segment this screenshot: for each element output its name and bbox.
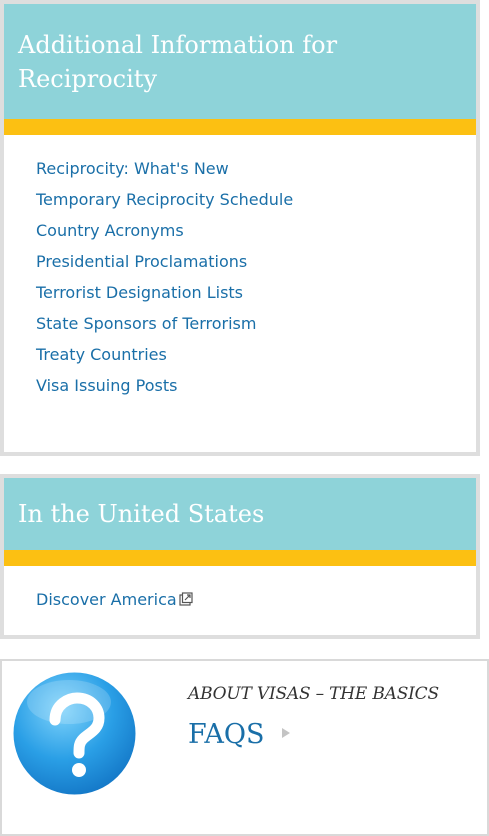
faq-kicker: ABOUT VISAS – THE BASICS xyxy=(188,684,439,704)
list-item: Country Acronyms xyxy=(36,215,476,246)
link-discover-america-label: Discover America xyxy=(36,590,177,609)
faq-link[interactable]: FAQS xyxy=(188,719,291,750)
reciprocity-panel-title: Additional Information for Reciprocity xyxy=(18,31,338,93)
reciprocity-panel: Additional Information for Reciprocity R… xyxy=(0,0,480,456)
list-item: Reciprocity: What's New xyxy=(36,153,476,184)
link-country-acronyms[interactable]: Country Acronyms xyxy=(36,215,184,246)
reciprocity-link-list: Reciprocity: What's New Temporary Recipr… xyxy=(4,135,476,401)
list-item: Temporary Reciprocity Schedule xyxy=(36,184,476,215)
list-item: State Sponsors of Terrorism xyxy=(36,308,476,339)
question-mark-icon xyxy=(11,670,138,797)
list-item: Terrorist Designation Lists xyxy=(36,277,476,308)
link-state-sponsors-of-terrorism[interactable]: State Sponsors of Terrorism xyxy=(36,308,256,339)
us-panel-title: In the United States xyxy=(18,500,265,528)
link-reciprocity-whats-new[interactable]: Reciprocity: What's New xyxy=(36,153,229,184)
link-discover-america[interactable]: Discover America xyxy=(36,584,193,616)
faq-title: FAQS xyxy=(188,719,265,750)
us-panel-rule xyxy=(4,550,476,566)
link-temporary-reciprocity-schedule[interactable]: Temporary Reciprocity Schedule xyxy=(36,184,293,215)
list-item: Discover America xyxy=(36,584,476,616)
us-panel-header: In the United States xyxy=(4,478,476,550)
external-link-icon xyxy=(179,585,193,616)
us-panel: In the United States Discover America xyxy=(0,474,480,639)
list-item: Presidential Proclamations xyxy=(36,246,476,277)
faq-promo[interactable]: ABOUT VISAS – THE BASICS FAQS xyxy=(0,659,489,836)
link-treaty-countries[interactable]: Treaty Countries xyxy=(36,339,167,370)
reciprocity-panel-header: Additional Information for Reciprocity xyxy=(4,4,476,119)
list-item: Treaty Countries xyxy=(36,339,476,370)
us-link-list: Discover America xyxy=(4,566,476,616)
reciprocity-panel-rule xyxy=(4,119,476,135)
link-terrorist-designation-lists[interactable]: Terrorist Designation Lists xyxy=(36,277,243,308)
link-visa-issuing-posts[interactable]: Visa Issuing Posts xyxy=(36,370,177,401)
link-presidential-proclamations[interactable]: Presidential Proclamations xyxy=(36,246,247,277)
chevron-right-icon xyxy=(281,727,291,743)
list-item: Visa Issuing Posts xyxy=(36,370,476,401)
